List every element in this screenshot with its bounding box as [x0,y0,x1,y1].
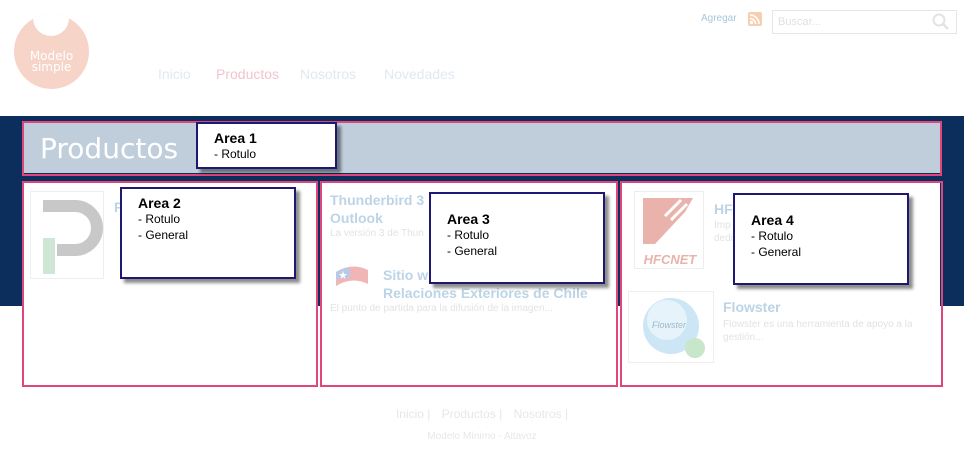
nav-productos[interactable]: Productos [216,66,279,82]
nav-nosotros[interactable]: Nosotros [300,66,356,82]
callout-title: Area 4 [751,212,794,228]
footer-link-nosotros[interactable]: Nosotros | [514,407,568,421]
callout-title: Area 1 [214,130,257,146]
footer-credit: Modelo Mínimo - Altavoz [427,431,537,442]
search-icon[interactable] [932,13,950,31]
callout-line: - Rotulo [751,229,794,243]
site-logo[interactable]: Modelo simple [14,14,89,89]
callout-title: Area 3 [447,211,490,227]
footer-link-inicio[interactable]: Inicio | [396,407,430,421]
callout-line: - General [138,228,189,242]
callout-line: - Rotulo [447,228,490,242]
callout-line: - General [751,245,802,259]
nav-inicio[interactable]: Inicio [158,66,191,82]
nav-novedades[interactable]: Novedades [384,66,455,82]
callout-line: - Rotulo [138,212,181,226]
area-1-callout: Area 1 - Rotulo [196,122,337,169]
logo-text: Modelo simple [14,50,89,74]
area-3-callout: Area 3 - Rotulo - General [429,192,605,284]
rss-icon[interactable] [748,12,762,26]
footer-nav: Inicio | Productos | Nosotros | [0,407,964,421]
area-1-outline [22,121,942,176]
callout-title: Area 2 [138,195,181,211]
logo-line-2: simple [31,60,72,74]
logo-notch [33,14,69,36]
callout-line: - Rotulo [214,147,257,161]
area-2-callout: Area 2 - Rotulo - General [120,187,296,279]
footer-link-productos[interactable]: Productos | [442,407,502,421]
agregar-link[interactable]: Agregar [701,13,737,24]
callout-line: - General [447,244,498,258]
search-box [772,10,957,34]
area-4-callout: Area 4 - Rotulo - General [733,193,909,285]
search-input[interactable] [773,11,923,33]
